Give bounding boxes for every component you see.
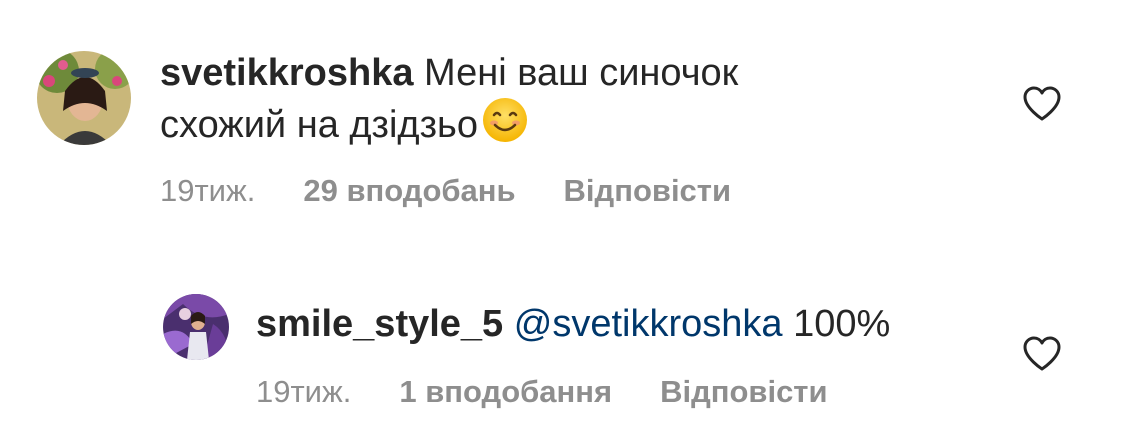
comment-text-line-1: smile_style_5 @svetikkroshka 100%	[256, 298, 890, 350]
likes-count[interactable]: 29 вподобань	[303, 173, 515, 208]
comment-text-line-1: svetikkroshka Мені ваш синочок	[160, 47, 738, 99]
comment-text: 100%	[782, 303, 891, 345]
reply-button[interactable]: Відповісти	[564, 173, 732, 208]
comment-meta: 19тиж. 29 вподобань Відповісти	[160, 171, 779, 211]
likes-count[interactable]: 1 вподобання	[399, 374, 612, 409]
avatar[interactable]	[37, 51, 131, 145]
heart-outline-icon[interactable]	[1022, 86, 1062, 122]
reply-button[interactable]: Відповісти	[660, 374, 828, 409]
comment-time: 19тиж.	[160, 173, 256, 208]
comment-2: smile_style_5 @svetikkroshka 100% 19тиж.…	[0, 230, 1125, 446]
comment-username[interactable]: svetikkroshka	[160, 52, 414, 94]
comment-text-line-2: схожий на дзідзьо	[160, 97, 528, 157]
comment-text: схожий на дзідзьо	[160, 104, 478, 146]
comment-1: svetikkroshka Мені ваш синочок схожий на…	[0, 0, 1125, 230]
comment-time: 19тиж.	[256, 374, 352, 409]
comment-username[interactable]: smile_style_5	[256, 303, 503, 345]
heart-outline-icon[interactable]	[1022, 336, 1062, 372]
comment-meta: 19тиж. 1 вподобання Відповісти	[256, 372, 876, 412]
avatar[interactable]	[163, 294, 229, 360]
comment-text: Мені ваш синочок	[413, 52, 739, 94]
mention-link[interactable]: @svetikkroshka	[514, 303, 783, 345]
smiling-face-emoji	[482, 97, 528, 157]
